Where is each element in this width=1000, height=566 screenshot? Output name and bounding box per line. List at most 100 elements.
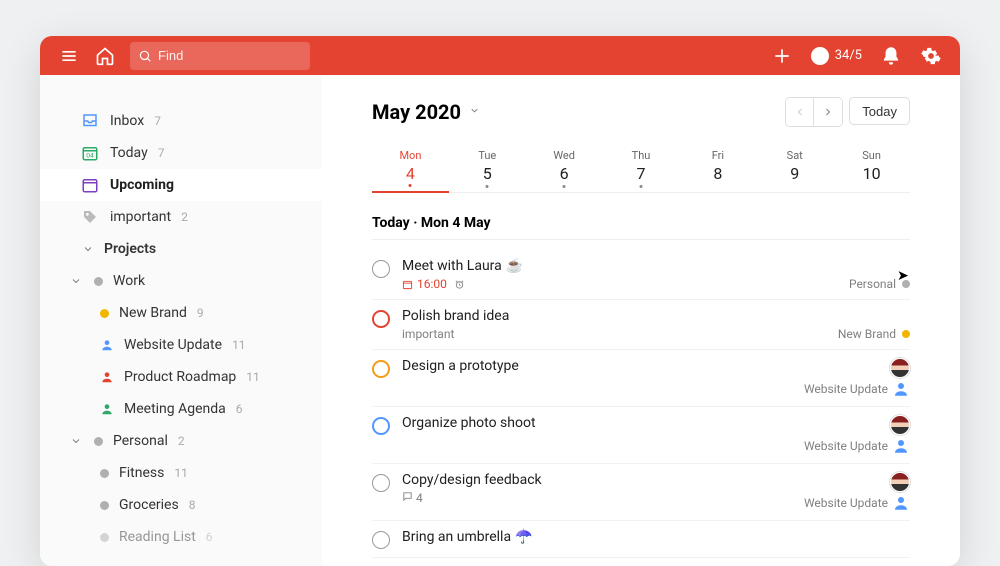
sidebar-item-label: Upcoming	[110, 177, 174, 193]
month-selector[interactable]: May 2020	[372, 100, 480, 124]
task-project-label: Website Update	[804, 382, 888, 396]
project-color-dot	[100, 501, 109, 510]
day-column[interactable]: Wed6	[526, 145, 603, 192]
sidebar-item-inbox[interactable]: Inbox 7	[40, 105, 322, 137]
person-icon	[100, 338, 114, 352]
menu-icon[interactable]	[58, 45, 80, 67]
sidebar-project-new-brand[interactable]: New Brand 9	[40, 297, 322, 329]
task-checkbox[interactable]	[372, 310, 390, 328]
add-icon[interactable]	[771, 45, 793, 67]
sidebar-item-today[interactable]: 04 Today 7	[40, 137, 322, 169]
task-project[interactable]: Website Update	[804, 358, 910, 398]
project-color-dot	[902, 280, 910, 288]
sidebar-item-label: important	[110, 209, 171, 225]
sidebar-project-product-roadmap[interactable]: Product Roadmap 11	[40, 361, 322, 393]
day-name: Mon	[372, 149, 449, 162]
project-label: Product Roadmap	[124, 369, 236, 385]
sidebar: Inbox 7 04 Today 7 Upcoming impo	[40, 75, 322, 566]
task-checkbox[interactable]	[372, 417, 390, 435]
day-column[interactable]: Sun 10	[833, 145, 910, 192]
sidebar-project-reading-list[interactable]: Reading List 6	[40, 521, 322, 553]
task-project-label: Website Update	[804, 496, 888, 510]
day-number: 8	[679, 164, 756, 183]
today-button[interactable]: Today	[849, 97, 910, 125]
day-column[interactable]: Mon4	[372, 145, 449, 193]
task-row[interactable]: Meet with Laura ☕16:00 Personal	[372, 250, 910, 300]
karma-button[interactable]: 34/5	[811, 47, 862, 65]
project-count: 11	[174, 466, 188, 480]
project-count: 11	[246, 370, 260, 384]
sidebar-project-personal[interactable]: Personal 2	[40, 425, 322, 457]
projects-label: Projects	[104, 241, 156, 257]
sidebar-project-fitness[interactable]: Fitness 11	[40, 457, 322, 489]
person-icon	[892, 494, 910, 512]
inbox-icon	[80, 111, 100, 131]
task-row[interactable]: Copy/design feedback 4 Website Update	[372, 464, 910, 521]
project-count: 6	[236, 402, 243, 416]
task-project[interactable]: New Brand	[838, 327, 910, 341]
project-count: 11	[232, 338, 246, 352]
task-title: Bring an umbrella ☂️	[402, 529, 898, 545]
search-input[interactable]	[158, 48, 302, 63]
sidebar-projects-header[interactable]: Projects	[40, 233, 322, 265]
task-row[interactable]: Organize photo shoot Website Update	[372, 407, 910, 464]
task-comments: 4	[402, 491, 423, 505]
main-content: May 2020 Today	[322, 75, 960, 566]
day-name: Fri	[679, 149, 756, 162]
sidebar-item-label: Today	[110, 145, 148, 161]
next-week-button[interactable]	[814, 98, 842, 126]
day-number: 10	[833, 164, 910, 183]
chevron-down-icon	[469, 105, 480, 119]
karma-count: 34/5	[835, 48, 862, 63]
prev-week-button[interactable]	[786, 98, 814, 126]
person-icon	[100, 402, 114, 416]
task-checkbox[interactable]	[372, 531, 390, 549]
project-label: Reading List	[119, 529, 196, 545]
task-row[interactable]: Bring an umbrella ☂️	[372, 521, 910, 558]
sidebar-project-groceries[interactable]: Groceries 8	[40, 489, 322, 521]
task-checkbox[interactable]	[372, 474, 390, 492]
sidebar-item-upcoming[interactable]: Upcoming	[40, 169, 322, 201]
project-label: Fitness	[119, 465, 164, 481]
svg-text:04: 04	[86, 152, 94, 160]
sidebar-item-count: 7	[154, 114, 161, 128]
avatar	[890, 358, 910, 378]
project-label: Work	[113, 273, 145, 289]
sidebar-item-count: 7	[158, 146, 165, 160]
settings-icon[interactable]	[920, 45, 942, 67]
sidebar-project-work[interactable]: Work	[40, 265, 322, 297]
project-label: Meeting Agenda	[124, 401, 226, 417]
day-column[interactable]: Sat9	[756, 145, 833, 192]
comment-icon	[402, 491, 413, 502]
task-checkbox[interactable]	[372, 260, 390, 278]
week-nav	[785, 97, 843, 127]
notifications-icon[interactable]	[880, 45, 902, 67]
day-name: Sat	[756, 149, 833, 162]
search-box[interactable]	[130, 42, 310, 70]
person-icon	[892, 380, 910, 398]
task-row[interactable]: Design a prototype Website Update	[372, 350, 910, 407]
task-project[interactable]: Website Update	[804, 472, 910, 512]
day-name: Sun	[833, 149, 910, 162]
chevron-down-icon	[80, 241, 96, 257]
task-project-label: Personal	[849, 277, 896, 291]
task-project-label: New Brand	[838, 327, 896, 341]
sidebar-item-important[interactable]: important 2	[40, 201, 322, 233]
day-column[interactable]: Fri 8	[679, 145, 756, 192]
day-column[interactable]: Tue5	[449, 145, 526, 192]
home-icon[interactable]	[94, 45, 116, 67]
task-project[interactable]: Website Update	[804, 415, 910, 455]
day-column[interactable]: Thu7	[603, 145, 680, 192]
task-project[interactable]: Personal	[849, 277, 910, 291]
task-checkbox[interactable]	[372, 360, 390, 378]
reminder-icon	[454, 279, 465, 290]
day-name: Thu	[603, 149, 680, 162]
task-time: 16:00	[402, 277, 465, 291]
project-count: 6	[206, 530, 213, 544]
person-icon	[892, 437, 910, 455]
sidebar-project-website-update[interactable]: Website Update 11	[40, 329, 322, 361]
chevron-down-icon	[68, 433, 84, 449]
chevron-down-icon	[68, 273, 84, 289]
sidebar-project-meeting-agenda[interactable]: Meeting Agenda 6	[40, 393, 322, 425]
task-row[interactable]: Polish brand ideaimportant New Brand	[372, 300, 910, 350]
